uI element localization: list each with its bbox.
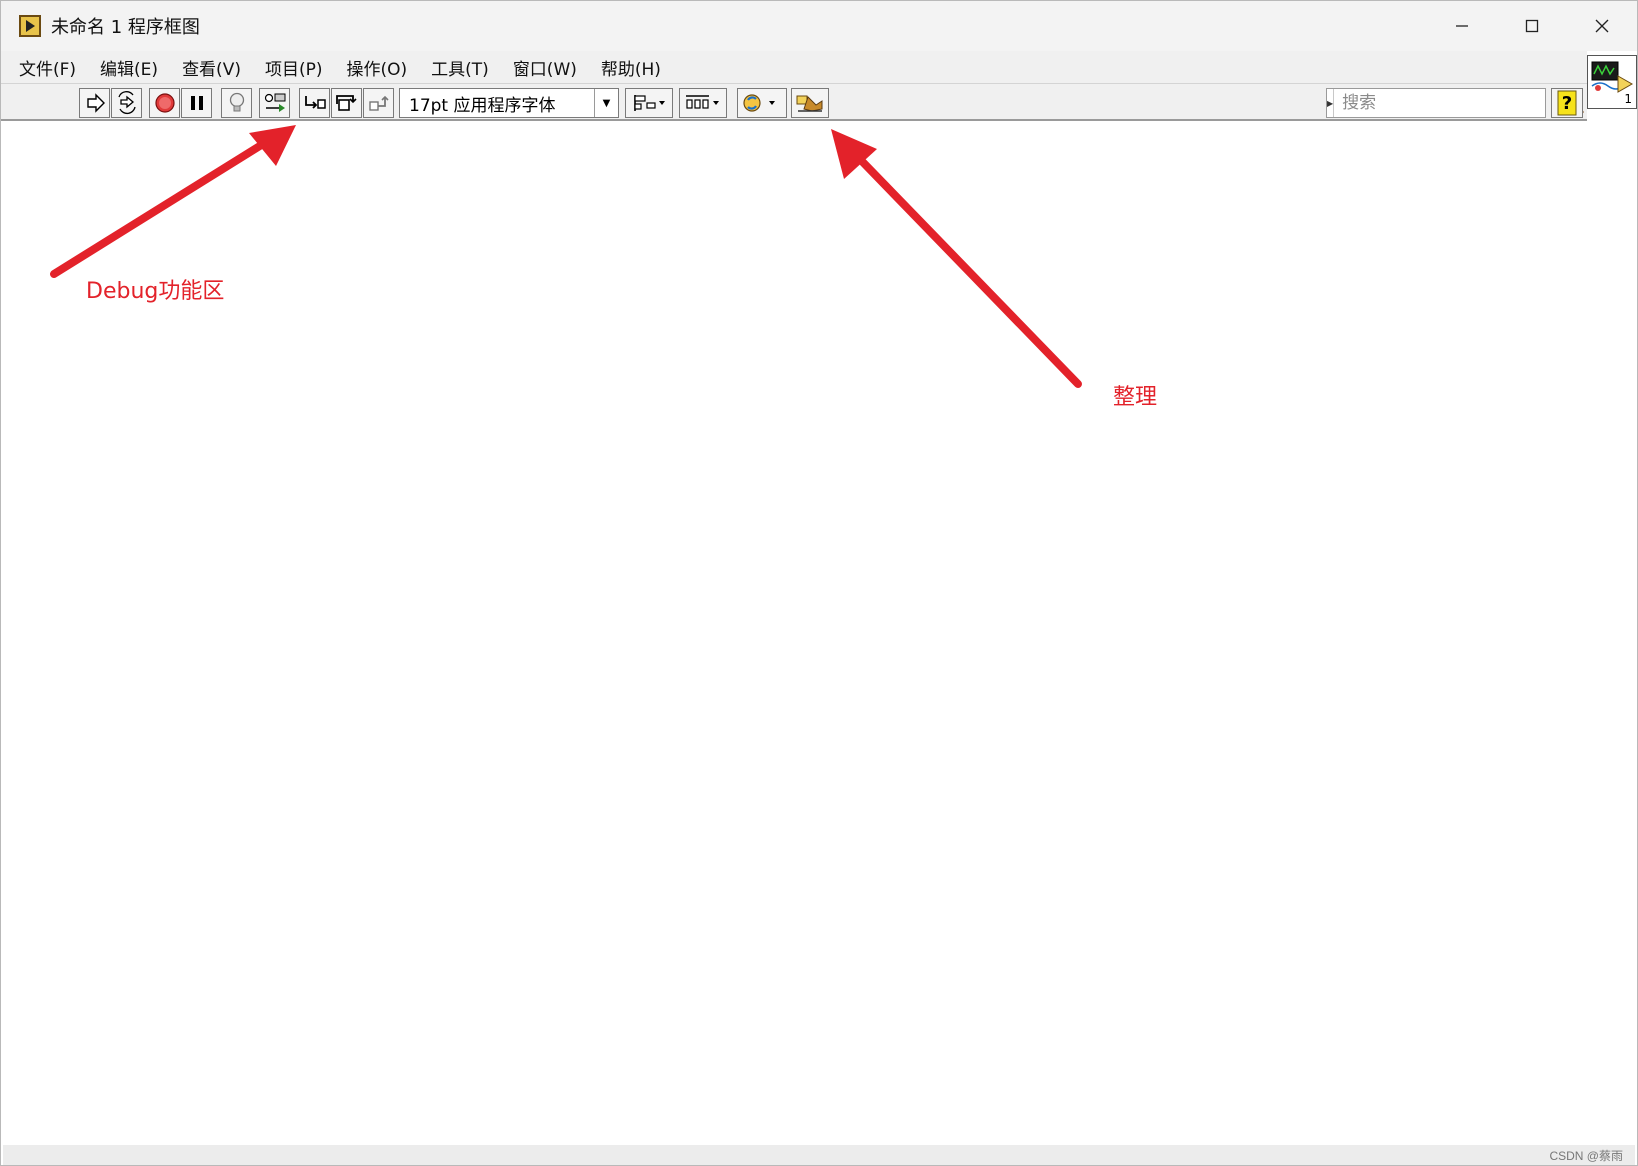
abort-button[interactable]	[149, 88, 180, 118]
text-settings-value: 17pt 应用程序字体	[409, 95, 556, 116]
block-diagram-canvas[interactable]	[3, 121, 1635, 1145]
step-into-icon	[304, 96, 326, 109]
retain-wire-values-icon	[264, 93, 285, 112]
cleanup-label: 整理	[1113, 385, 1158, 410]
menu-bar: 文件(F) 编辑(E) 查看(V) 项目(P) 操作(O) 工具(T) 窗口(W…	[1, 51, 1587, 83]
maximize-button[interactable]	[1497, 1, 1567, 51]
highlight-execution-button[interactable]	[221, 88, 252, 118]
abort-stop-icon	[154, 93, 175, 113]
menu-window[interactable]: 窗口(W)	[501, 55, 589, 80]
clean-up-diagram-button[interactable]	[791, 88, 829, 118]
search-options-icon[interactable]: ▶	[1327, 89, 1335, 117]
text-settings-select[interactable]: 17pt 应用程序字体 ▼	[399, 88, 619, 118]
menu-view[interactable]: 查看(V)	[170, 55, 253, 80]
run-continuously-icon	[117, 91, 136, 115]
horizontal-scrollbar[interactable]	[3, 1145, 1635, 1165]
run-arrow-icon	[86, 93, 105, 113]
watermark: CSDN @蔡雨	[1549, 1149, 1623, 1163]
highlight-execution-bulb-icon	[229, 92, 244, 112]
run-button[interactable]	[79, 88, 110, 118]
menu-help[interactable]: 帮助(H)	[589, 55, 673, 80]
search-box: ▶	[1326, 88, 1584, 118]
menu-file[interactable]: 文件(F)	[7, 55, 88, 80]
window-title: 未命名 1 程序框图	[51, 17, 200, 38]
step-out-button[interactable]	[363, 88, 394, 118]
pause-icon	[190, 96, 203, 110]
minimize-button[interactable]	[1427, 1, 1497, 51]
title-bar: 未命名 1 程序框图	[1, 1, 1637, 51]
labview-app-icon	[19, 15, 41, 37]
menu-operate[interactable]: 操作(O)	[335, 55, 420, 80]
debug-area-label: Debug功能区	[86, 279, 225, 304]
menu-tools[interactable]: 工具(T)	[419, 55, 501, 80]
context-help-button[interactable]: ?	[1551, 88, 1583, 118]
close-button[interactable]	[1567, 1, 1637, 51]
step-into-button[interactable]	[299, 88, 330, 118]
labview-block-diagram-window: 未命名 1 程序框图 文件(F) 编辑(E) 查看(V) 项目(P) 操作(O)…	[0, 0, 1638, 1166]
toolbar: 17pt 应用程序字体 ▼ ▶ ?	[1, 83, 1587, 121]
maximize-icon	[1525, 19, 1539, 33]
pause-button[interactable]	[181, 88, 212, 118]
align-objects-button[interactable]	[625, 88, 673, 118]
close-icon	[1595, 19, 1609, 33]
reorder-button[interactable]	[737, 88, 787, 118]
minimize-icon	[1456, 25, 1468, 27]
vi-icon-panel[interactable]: 1	[1587, 55, 1637, 109]
step-out-icon	[368, 95, 389, 111]
distribute-objects-button[interactable]	[679, 88, 727, 118]
reorder-icon	[743, 94, 775, 112]
step-over-button[interactable]	[331, 88, 362, 118]
clean-up-diagram-icon	[796, 95, 823, 112]
window-controls	[1427, 1, 1637, 51]
align-objects-icon	[634, 95, 665, 111]
menu-project[interactable]: 项目(P)	[253, 55, 335, 80]
distribute-objects-icon	[686, 95, 719, 109]
svg-text:?: ?	[1562, 93, 1572, 114]
search-input[interactable]	[1334, 90, 1562, 116]
step-over-icon	[335, 95, 357, 111]
chevron-down-icon: ▼	[594, 89, 618, 117]
menu-edit[interactable]: 编辑(E)	[88, 55, 170, 80]
retain-wire-values-button[interactable]	[259, 88, 290, 118]
vi-icon-number: 1	[1624, 92, 1632, 106]
context-help-icon: ?	[1557, 90, 1577, 116]
run-continuously-button[interactable]	[111, 88, 142, 118]
